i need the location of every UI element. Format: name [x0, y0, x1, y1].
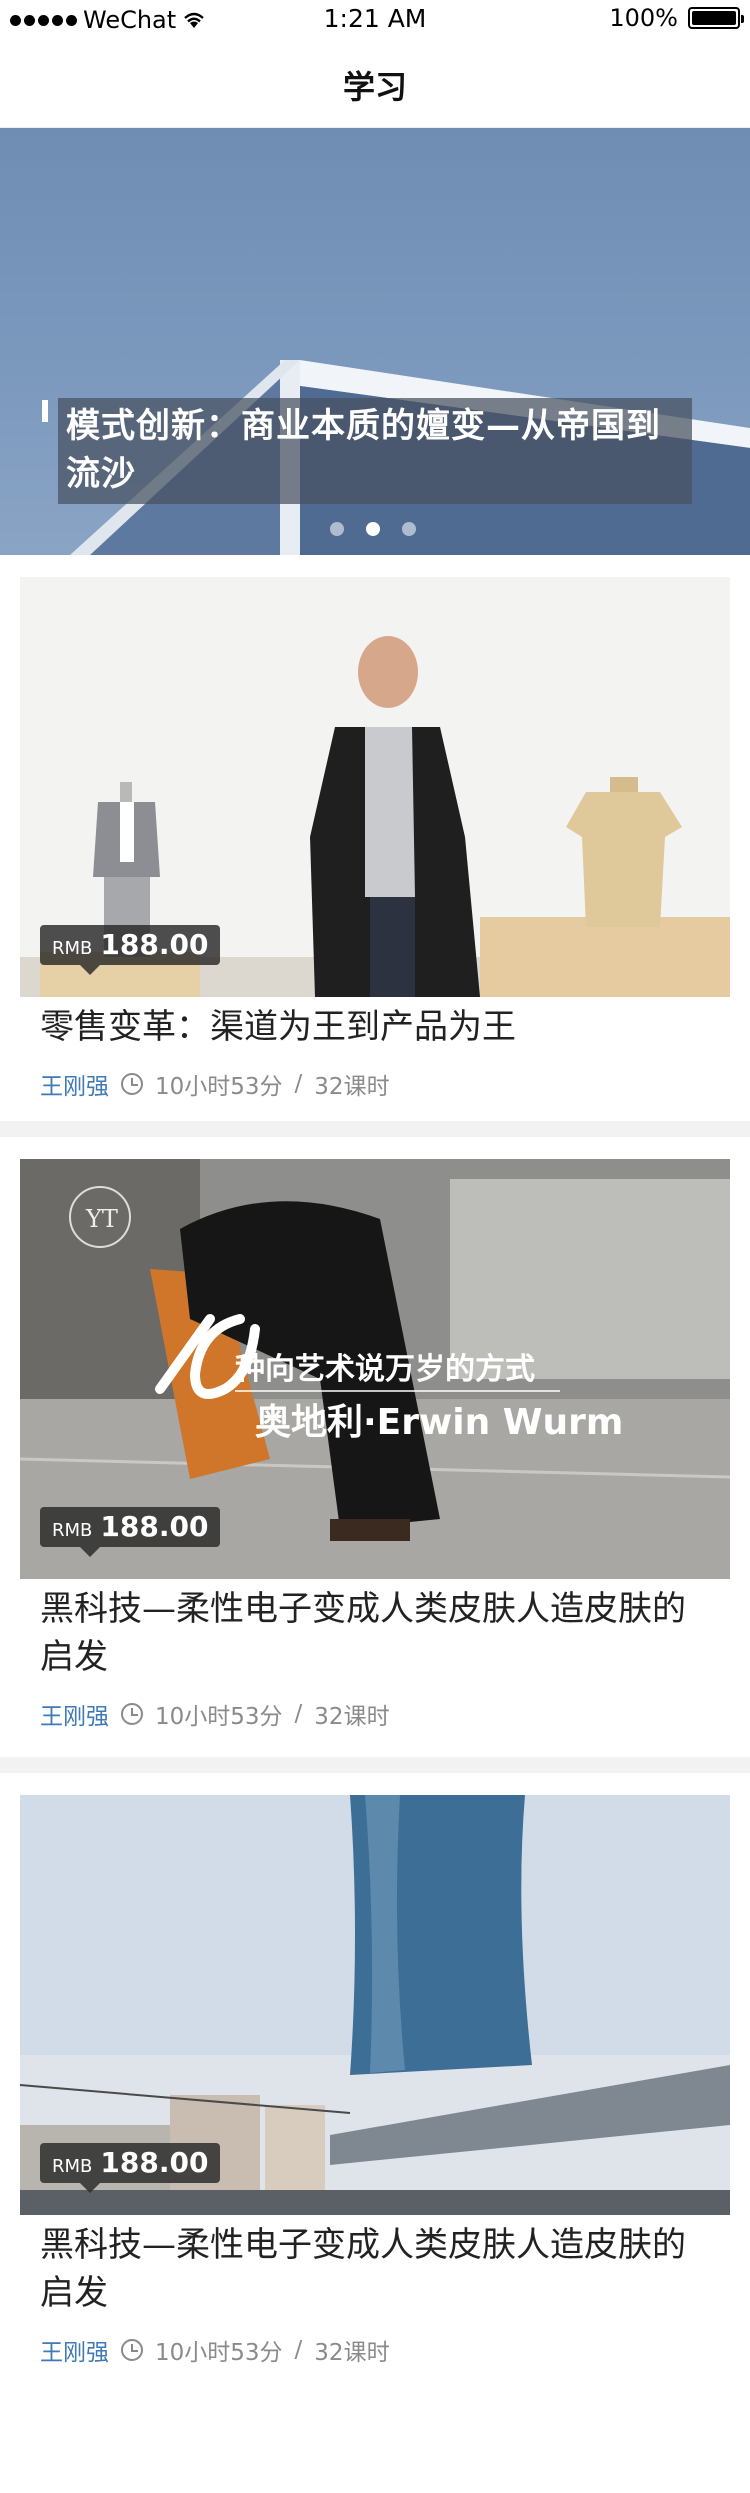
clock-icon [121, 1073, 143, 1095]
course-author[interactable]: 王刚强 [40, 2333, 109, 2367]
battery-icon [688, 7, 744, 29]
banner-carousel[interactable]: 模式创新：商业本质的嬗变—从帝国到流沙 [0, 128, 750, 555]
price-amount: 188.00 [100, 928, 209, 961]
course-thumbnail: YT 种向艺术说万岁的方式 奥地利·Erwin Wurm RMB 188.00 [20, 1159, 730, 1579]
meta-divider: / [294, 1071, 303, 1097]
clock-icon [121, 1703, 143, 1725]
course-card[interactable]: RMB 188.00 黑科技—柔性电子变成人类皮肤人造皮肤的启发 王刚强 10小… [0, 1773, 750, 2413]
clock-icon [121, 2339, 143, 2361]
status-bar: WeChat 1:21 AM 100% [0, 0, 750, 40]
course-meta: 王刚强 10小时53分 / 32课时 [40, 1067, 390, 1101]
page-title: 学习 [342, 68, 407, 106]
course-lessons: 32课时 [314, 2340, 390, 2366]
carousel-pager [330, 522, 416, 536]
course-duration: 10小时53分 [155, 2340, 283, 2366]
price-tag: RMB 188.00 [40, 1507, 221, 1557]
navigation-bar: 学习 [0, 40, 750, 128]
banner-marker [42, 400, 48, 422]
course-meta: 王刚强 10小时53分 / 32课时 [40, 1697, 390, 1731]
meta-divider: / [294, 2337, 303, 2363]
pager-dot[interactable] [402, 522, 416, 536]
price-amount: 188.00 [100, 1510, 209, 1543]
price-currency: RMB [52, 1520, 93, 1541]
course-lessons: 32课时 [314, 1074, 390, 1100]
course-author[interactable]: 王刚强 [40, 1067, 109, 1101]
overlay-logo: YT [85, 1205, 118, 1233]
course-thumbnail: RMB 188.00 [20, 1795, 730, 2215]
price-tag: RMB 188.00 [40, 925, 221, 975]
overlay-line1: 种向艺术说万岁的方式 [235, 1352, 535, 1387]
battery-percent: 100% [609, 4, 678, 32]
banner-title: 模式创新：商业本质的嬗变—从帝国到流沙 [66, 406, 661, 494]
course-meta: 王刚强 10小时53分 / 32课时 [40, 2333, 390, 2367]
overlay-line2: 奥地利·Erwin Wurm [255, 1402, 623, 1443]
course-title[interactable]: 零售变革：渠道为王到产品为王 [40, 1003, 710, 1051]
card-divider [0, 1757, 750, 1773]
pager-dot[interactable] [330, 522, 344, 536]
price-currency: RMB [52, 2156, 93, 2177]
pager-dot-active[interactable] [366, 522, 380, 536]
course-title[interactable]: 黑科技—柔性电子变成人类皮肤人造皮肤的启发 [40, 2221, 710, 2317]
banner-caption: 模式创新：商业本质的嬗变—从帝国到流沙 [58, 398, 692, 504]
price-currency: RMB [52, 938, 93, 959]
battery-group: 100% [609, 4, 744, 32]
meta-divider: / [294, 1701, 303, 1727]
course-thumbnail: RMB 188.00 [20, 577, 730, 997]
course-author[interactable]: 王刚强 [40, 1697, 109, 1731]
course-duration: 10小时53分 [155, 1074, 283, 1100]
course-lessons: 32课时 [314, 1704, 390, 1730]
price-amount: 188.00 [100, 2146, 209, 2179]
course-title[interactable]: 黑科技—柔性电子变成人类皮肤人造皮肤的启发 [40, 1585, 710, 1681]
card-divider [0, 1121, 750, 1137]
course-card[interactable]: YT 种向艺术说万岁的方式 奥地利·Erwin Wurm RMB 188.00 … [0, 1137, 750, 1757]
course-card[interactable]: RMB 188.00 零售变革：渠道为王到产品为王 王刚强 10小时53分 / … [0, 555, 750, 1121]
course-duration: 10小时53分 [155, 1704, 283, 1730]
price-tag: RMB 188.00 [40, 2143, 221, 2193]
